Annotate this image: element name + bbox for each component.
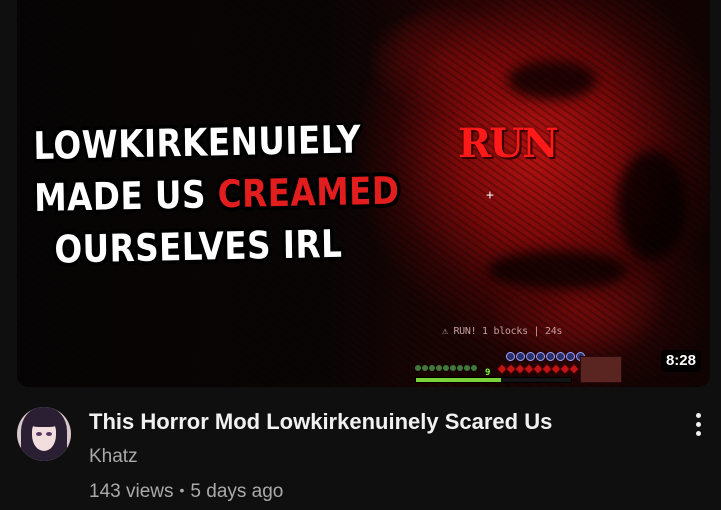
view-count: 143 views xyxy=(89,481,174,502)
overlay-title-line: LOWKIRKENUIELY xyxy=(33,113,361,172)
hud-offhand-slot xyxy=(580,356,622,383)
thumbnail-overlay-title: LOWKIRKENUIELY MADE US CREAMED OURSELVES I… xyxy=(33,113,400,276)
overlay-title-text: LOWKIRKENUIELY xyxy=(33,117,362,168)
armor-icon xyxy=(566,352,575,361)
video-thumbnail[interactable]: LOWKIRKENUIELY MADE US CREAMED OURSELVES I… xyxy=(17,0,710,387)
crosshair-icon: + xyxy=(486,188,494,203)
channel-avatar[interactable] xyxy=(17,407,71,461)
upload-age: 5 days ago xyxy=(190,481,284,502)
hunger-icon xyxy=(464,365,470,371)
hunger-icon xyxy=(436,365,442,371)
armor-icon xyxy=(526,352,535,361)
menu-dot xyxy=(695,412,701,418)
thumbnail-run-text: RUN xyxy=(458,120,559,167)
meta-separator: • xyxy=(179,482,185,498)
menu-dot xyxy=(695,421,701,427)
hunger-icon xyxy=(450,365,456,371)
face-shadow xyxy=(617,150,687,260)
hunger-icon xyxy=(429,365,435,371)
channel-name[interactable]: Khatz xyxy=(89,445,138,469)
menu-dot xyxy=(695,430,701,436)
duration-badge: 8:28 xyxy=(660,350,701,372)
hud-xp-bar xyxy=(415,377,572,383)
overlay-title-text: MADE US xyxy=(33,172,219,220)
hud-health-bar xyxy=(496,363,580,375)
hunger-icon xyxy=(422,365,428,371)
armor-icon xyxy=(546,352,555,361)
avatar-bangs xyxy=(30,415,58,427)
overlay-title-line: OURSELVES IRL xyxy=(35,217,363,276)
armor-icon xyxy=(506,352,515,361)
overlay-title-line: MADE US CREAMED xyxy=(33,165,400,224)
video-card: LOWKIRKENUIELY MADE US CREAMED OURSELVES I… xyxy=(0,0,721,510)
face-shadow xyxy=(487,250,627,290)
avatar-eye xyxy=(36,432,42,436)
more-vert-icon[interactable] xyxy=(684,408,712,440)
hunger-icon xyxy=(443,365,449,371)
hud-armor-bar xyxy=(506,352,585,361)
heart-icon xyxy=(568,363,580,375)
video-metadata: 143 views • 5 days ago xyxy=(89,478,283,504)
video-title[interactable]: This Horror Mod Lowkirkenuinely Scared U… xyxy=(89,408,649,436)
overlay-title-highlight: CREAMED xyxy=(217,168,400,217)
hunger-icon xyxy=(471,365,477,371)
armor-icon xyxy=(556,352,565,361)
hunger-icon xyxy=(415,365,421,371)
face-shadow xyxy=(507,60,597,100)
hud-xp-fill xyxy=(416,378,502,382)
armor-icon xyxy=(536,352,545,361)
armor-icon xyxy=(516,352,525,361)
avatar-eye xyxy=(46,432,52,436)
hunger-icon xyxy=(457,365,463,371)
overlay-title-text: OURSELVES IRL xyxy=(54,221,343,272)
hud-status-text: ⚠ RUN! 1 blocks | 24s xyxy=(442,326,563,337)
hud-hunger-bar xyxy=(415,365,477,371)
